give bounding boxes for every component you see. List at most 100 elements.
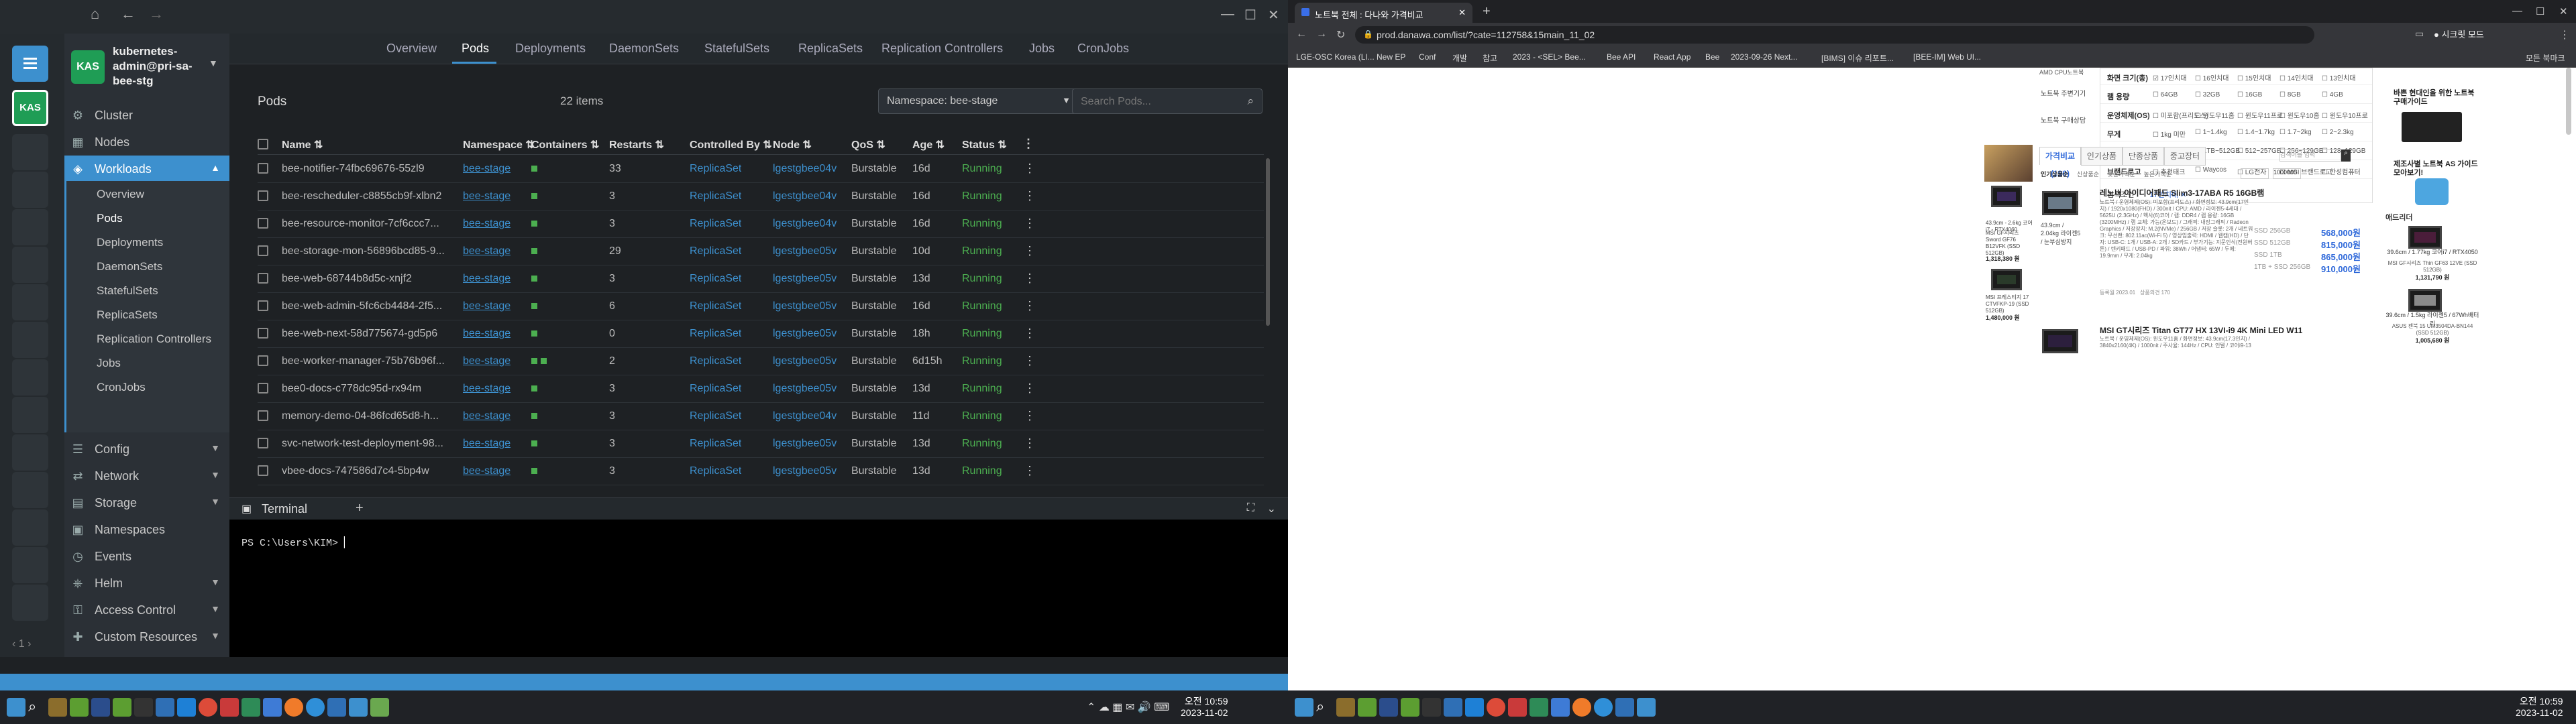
windows-start-icon[interactable] bbox=[1295, 698, 1313, 717]
close-button[interactable]: ✕ bbox=[1268, 7, 1279, 23]
pod-name[interactable]: bee-rescheduler-c8855cb9f-xlbn2 bbox=[282, 190, 458, 202]
node-link[interactable]: lgestgbee04v bbox=[773, 190, 837, 202]
tab-popular[interactable]: 인기상품 bbox=[2081, 147, 2123, 166]
menu-icon[interactable] bbox=[12, 46, 48, 82]
hotbar-page[interactable]: ‹ 1 › bbox=[12, 638, 31, 650]
table-row[interactable]: svc-network-test-deployment-98... bee-sta… bbox=[258, 430, 1264, 458]
app-icon[interactable] bbox=[1336, 698, 1355, 717]
search-icon[interactable]: ⌕ bbox=[28, 698, 47, 717]
maximize-button[interactable]: ☐ bbox=[2536, 5, 2544, 17]
new-tab-button[interactable]: + bbox=[1483, 4, 1491, 19]
back-icon[interactable]: ← bbox=[121, 5, 136, 23]
category-menu-item[interactable]: AMD CPU노트북 bbox=[2039, 68, 2084, 76]
sidebar-sub-statefulsets[interactable]: StatefulSets bbox=[66, 279, 231, 302]
bookmark-item[interactable]: New EP bbox=[1377, 52, 1405, 62]
node-link[interactable]: lgestgbee05v bbox=[773, 273, 837, 285]
cluster-header[interactable]: KAS kubernetes-admin@pri-sa-bee-stg ▼ bbox=[64, 34, 229, 101]
app-icon[interactable] bbox=[1444, 698, 1462, 717]
hotbar-empty-slot[interactable] bbox=[12, 359, 48, 396]
table-row[interactable]: bee0-docs-c778dc95d-rx94m bee-stage 3 Repli… bbox=[258, 375, 1264, 403]
search-icon[interactable]: ⌕ bbox=[1247, 95, 1254, 108]
node-link[interactable]: lgestgbee05v bbox=[773, 328, 837, 340]
node-link[interactable]: lgestgbee05v bbox=[773, 245, 837, 257]
app-icon[interactable] bbox=[327, 698, 346, 717]
new-terminal-button[interactable]: + bbox=[356, 501, 364, 516]
app-icon[interactable] bbox=[349, 698, 368, 717]
sidebar-sub-replication-controllers[interactable]: Replication Controllers bbox=[66, 327, 231, 350]
sort-lowest-price[interactable]: 낮은가격순 bbox=[2108, 171, 2135, 178]
table-row[interactable]: bee-storage-mon-56896bcd85-9... bee-stage… bbox=[258, 237, 1264, 265]
controlled-by-link[interactable]: ReplicaSet bbox=[690, 410, 741, 422]
sidebar-item-network[interactable]: ⇄ Network ▼ bbox=[64, 463, 229, 489]
search-icon[interactable]: ⌕ bbox=[2341, 149, 2351, 162]
windows-start-icon[interactable] bbox=[7, 698, 25, 717]
namespace-link[interactable]: bee-stage bbox=[463, 328, 511, 340]
filter-option[interactable]: ☐ 15인치대 bbox=[2237, 72, 2271, 82]
hotbar-empty-slot[interactable] bbox=[12, 247, 48, 283]
chrome-icon[interactable] bbox=[199, 698, 217, 717]
column-header-age[interactable]: Age ⇅ bbox=[912, 138, 945, 152]
column-header-namespace[interactable]: Namespace ⇅ bbox=[463, 138, 535, 152]
app-icon[interactable] bbox=[220, 698, 239, 717]
filter-option[interactable]: ☐ 한성컴퓨터 bbox=[2322, 166, 2361, 176]
tab-replication-controllers[interactable]: Replication Controllers bbox=[881, 42, 1003, 56]
filter-option[interactable]: ☐ 윈도우10홈 bbox=[2279, 110, 2320, 120]
controlled-by-link[interactable]: ReplicaSet bbox=[690, 465, 741, 477]
pod-name[interactable]: bee-web-next-58d775674-gd5p6 bbox=[282, 328, 458, 340]
row-menu-icon[interactable]: ⋮ bbox=[1024, 162, 1036, 176]
controlled-by-link[interactable]: ReplicaSet bbox=[690, 245, 741, 257]
row-checkbox[interactable] bbox=[258, 245, 268, 256]
sidebar-item-workloads[interactable]: ◈ Workloads ▲ bbox=[64, 156, 229, 182]
row-checkbox[interactable] bbox=[258, 273, 268, 284]
terminal-app-icon[interactable] bbox=[1422, 698, 1441, 717]
category-menu-item[interactable]: 노트북 구매상담 bbox=[2041, 115, 2086, 125]
row-menu-icon[interactable]: ⋮ bbox=[1024, 464, 1036, 478]
filter-option[interactable]: ☐ 32GB bbox=[2195, 91, 2220, 99]
sidebar-item-namespaces[interactable]: ▣ Namespaces bbox=[64, 516, 229, 543]
pod-name[interactable]: bee-notifier-74fbc69676-55zl9 bbox=[282, 163, 458, 175]
filter-option[interactable]: ☐ Waycos bbox=[2195, 166, 2226, 174]
table-row[interactable]: bee-worker-manager-75b76b96f... bee-stage… bbox=[258, 347, 1264, 375]
sidebar-sub-jobs[interactable]: Jobs bbox=[66, 351, 231, 374]
column-header-node[interactable]: Node ⇅ bbox=[773, 138, 812, 152]
hotbar-empty-slot[interactable] bbox=[12, 472, 48, 508]
row-menu-icon[interactable]: ⋮ bbox=[1024, 217, 1036, 231]
namespace-link[interactable]: bee-stage bbox=[463, 218, 511, 230]
sort-highest-price[interactable]: 높은가격순 bbox=[2143, 171, 2171, 178]
back-icon[interactable]: ← bbox=[1296, 28, 1307, 40]
select-all-checkbox[interactable] bbox=[258, 139, 268, 149]
product-image[interactable] bbox=[2408, 289, 2442, 312]
column-header-status[interactable]: Status ⇅ bbox=[962, 138, 1007, 152]
reload-icon[interactable]: ↻ bbox=[1336, 28, 1345, 42]
sidebar-item-custom-resources[interactable]: ✚ Custom Resources ▼ bbox=[64, 623, 229, 650]
app-icon[interactable] bbox=[1508, 698, 1527, 717]
sidebar-sub-cronjobs[interactable]: CronJobs bbox=[66, 375, 231, 398]
bookmark-item[interactable]: Conf bbox=[1419, 52, 1436, 62]
controlled-by-link[interactable]: ReplicaSet bbox=[690, 438, 741, 450]
tab-discontinued[interactable]: 단종상품 bbox=[2123, 147, 2164, 166]
controlled-by-link[interactable]: ReplicaSet bbox=[690, 300, 741, 312]
app-icon[interactable] bbox=[48, 698, 67, 717]
row-menu-icon[interactable]: ⋮ bbox=[1024, 189, 1036, 203]
namespace-select[interactable]: Namespace: bee-stage ▼ bbox=[878, 88, 1079, 114]
app-icon[interactable] bbox=[306, 698, 325, 717]
hotbar-empty-slot[interactable] bbox=[12, 134, 48, 170]
category-menu-item[interactable]: 노트북 주변기기 bbox=[2041, 88, 2086, 98]
node-link[interactable]: lgestgbee04v bbox=[773, 163, 837, 175]
filter-option[interactable]: ☐ 2~2.3kg bbox=[2322, 129, 2354, 136]
minimize-button[interactable]: — bbox=[1221, 7, 1234, 22]
browser-tab[interactable]: 노트북 전체 : 다나와 가격비교 ✕ bbox=[1295, 3, 1472, 23]
controlled-by-link[interactable]: ReplicaSet bbox=[690, 383, 741, 395]
result-search-input[interactable]: 검색어를 입력 bbox=[2279, 149, 2341, 162]
app-icon[interactable] bbox=[1551, 698, 1570, 717]
app-icon[interactable] bbox=[1637, 698, 1656, 717]
forward-icon[interactable]: → bbox=[149, 5, 164, 23]
tab-overview[interactable]: Overview bbox=[386, 42, 437, 56]
product-image[interactable] bbox=[2408, 226, 2442, 249]
home-icon[interactable]: ⌂ bbox=[91, 5, 99, 23]
filter-option[interactable]: ☐ 16인치대 bbox=[2195, 72, 2229, 82]
app-icon[interactable] bbox=[1358, 698, 1377, 717]
price-value[interactable]: 568,000원 bbox=[2321, 226, 2361, 239]
row-checkbox[interactable] bbox=[258, 410, 268, 421]
bookmark-item[interactable]: LGE-OSC Korea (LI... bbox=[1296, 52, 1375, 62]
